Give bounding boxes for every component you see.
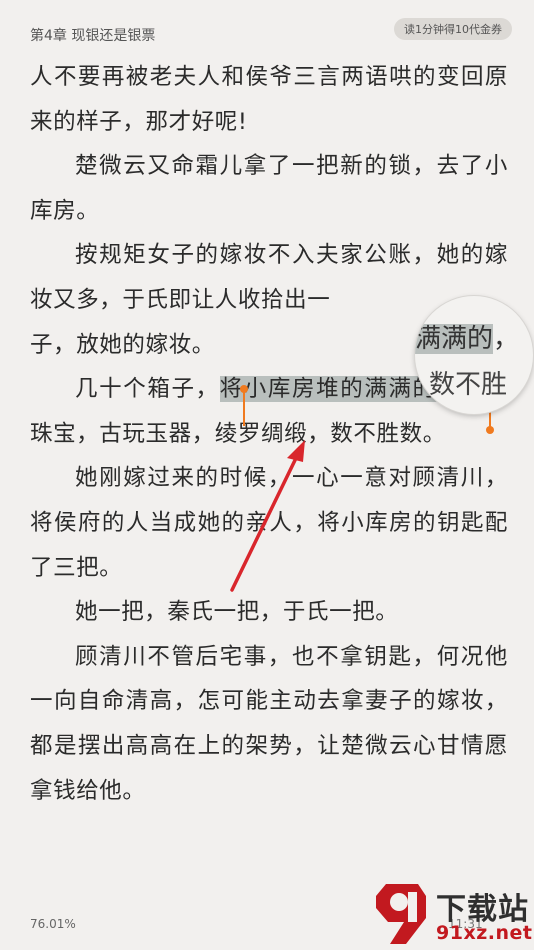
magnifier-line-1: 满满的， <box>415 318 519 355</box>
selection-start-bar[interactable] <box>243 392 245 426</box>
magnifier-line-1-tail: ， <box>493 324 520 354</box>
coin-reward-badge[interactable]: 读1分钟得10代金券 <box>394 18 512 40</box>
selected-text[interactable]: 将小库房堆的满满的 <box>219 376 437 403</box>
paragraph-7: 顾清川不管后宅事，也不拿钥匙，何况他一向自命清高，怎可能主动去拿妻子的嫁妆，都是… <box>30 643 508 804</box>
paragraph-3-text: 按规矩女子的嫁妆不入夫家公账，她的嫁妆又多，于氏即让人收拾出一 <box>30 242 508 313</box>
watermark-url: 91xz.net <box>436 922 533 944</box>
paragraph-5: 她刚嫁过来的时候，一心一意对顾清川，将侯府的人当成她的亲人，将小库房的钥匙配了三… <box>30 465 508 581</box>
paragraph-2: 楚微云又命霜儿拿了一把新的锁，去了小库房。 <box>30 153 508 224</box>
paragraph-1: 人不要再被老夫人和侯爷三言两语哄的变回原来的样子，那才好呢! <box>30 64 508 135</box>
paragraph-3-end: 子，放她的嫁妆。 <box>30 331 215 358</box>
text-magnifier-loupe: 满满的， 数不胜 <box>415 296 533 414</box>
magnifier-line-2: 数不胜 <box>429 370 508 400</box>
reading-content[interactable]: 人不要再被老夫人和侯爷三言两语哄的变回原来的样子，那才好呢! 楚微云又命霜儿拿了… <box>30 55 508 813</box>
selection-end-dot[interactable] <box>486 426 494 434</box>
chapter-title: 第4章 现银还是银票 <box>30 28 156 44</box>
magnifier-selected-text: 满满的 <box>415 324 494 354</box>
paragraph-6: 她一把，秦氏一把，于氏一把。 <box>75 599 399 626</box>
reading-progress: 76.01% <box>30 917 76 931</box>
watermark-logo-icon <box>376 884 426 944</box>
paragraph-4-before: 几十个箱子， <box>75 376 220 403</box>
